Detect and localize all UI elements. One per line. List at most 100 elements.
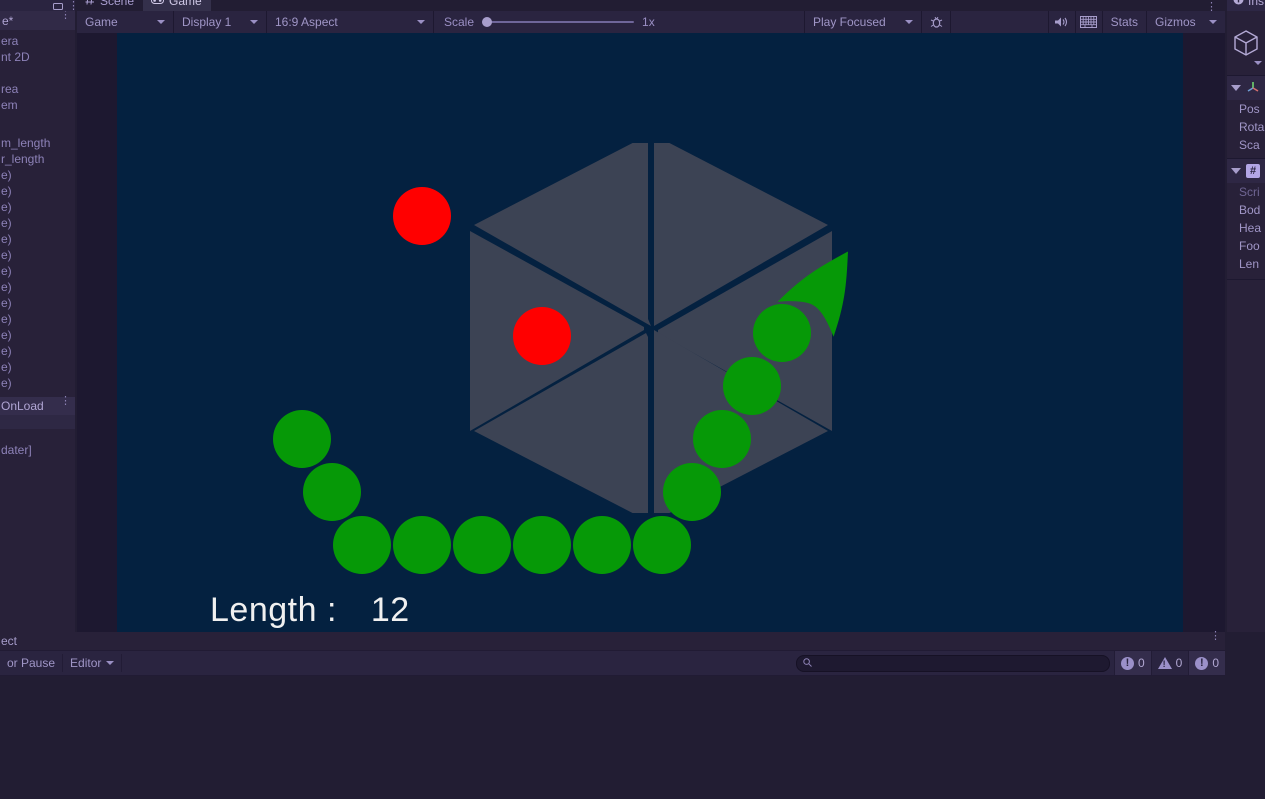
transform-rotation-row[interactable]: Rota — [1227, 118, 1265, 136]
gizmos-dropdown[interactable]: Gizmos — [1147, 11, 1225, 33]
body-field-row[interactable]: Bod — [1227, 201, 1265, 219]
kebab-menu-icon[interactable]: ⋮ — [60, 14, 63, 17]
game-canvas[interactable]: Length :12 — [117, 33, 1183, 632]
chevron-down-icon — [250, 20, 258, 24]
tab-scene-label: Scene — [100, 0, 134, 8]
editor-dropdown[interactable]: Editor — [63, 654, 122, 672]
console-tabstrip[interactable]: ect ⋮ — [0, 632, 1225, 650]
error-pause-button[interactable]: or Pause — [0, 654, 63, 672]
info-count-toggle[interactable]: ! 0 — [1188, 651, 1225, 675]
inspector-panel: Pos Rota Sca # Scri Bod Hea Foo Len — [1227, 11, 1265, 632]
list-item[interactable]: m_length — [0, 135, 75, 151]
speaker-icon[interactable] — [1049, 11, 1075, 33]
transform-component-header[interactable] — [1227, 76, 1265, 100]
game-mode-label: Game — [85, 15, 118, 29]
tab-inspector[interactable]: Ins — [1227, 0, 1265, 11]
stats-button[interactable]: Stats — [1103, 11, 1146, 33]
list-item[interactable]: e) — [0, 375, 75, 391]
list-item[interactable]: e) — [0, 183, 75, 199]
list-item[interactable]: e) — [0, 295, 75, 311]
chevron-down-icon[interactable] — [1254, 61, 1262, 65]
tab-game[interactable]: Game — [143, 0, 211, 11]
scale-slider-handle[interactable] — [482, 17, 492, 27]
editor-tab-strip: ⋮ Scene Game ⋮ Ins — [0, 0, 1265, 11]
left-panel-updater-row[interactable]: dater] — [0, 441, 75, 459]
left-panel-title: e* — [2, 14, 13, 28]
kebab-menu-icon[interactable]: ⋮ — [60, 400, 63, 403]
keyboard-icon[interactable] — [1076, 11, 1102, 33]
foldout-arrow-icon[interactable] — [1231, 168, 1241, 174]
console-panel: ect ⋮ or Pause Editor ! 0 0 ! 0 — [0, 632, 1225, 676]
list-item[interactable]: r_length — [0, 151, 75, 167]
list-item[interactable]: nt 2D — [0, 49, 75, 65]
display-dropdown[interactable]: Display 1 — [174, 11, 266, 33]
transform-scale-row[interactable]: Sca — [1227, 136, 1265, 154]
snake-segment — [303, 463, 361, 521]
snake-segment — [723, 357, 781, 415]
list-item[interactable]: e) — [0, 311, 75, 327]
hash-icon — [85, 0, 95, 8]
tab-scene[interactable]: Scene — [77, 0, 143, 11]
console-tab-label: ect — [0, 634, 17, 648]
letterbox-right — [1183, 33, 1225, 632]
list-item[interactable]: e) — [0, 327, 75, 343]
head-field-row[interactable]: Hea — [1227, 219, 1265, 237]
error-icon: ! — [1121, 657, 1134, 670]
left-panel-variables: m_length r_length e) e) e) e) e) e) e) e… — [0, 135, 75, 391]
list-item[interactable]: e) — [0, 215, 75, 231]
list-item[interactable]: e) — [0, 343, 75, 359]
chevron-down-icon — [417, 20, 425, 24]
error-pause-label: or Pause — [7, 656, 55, 670]
food-item — [513, 307, 571, 365]
transform-position-row[interactable]: Pos — [1227, 100, 1265, 118]
game-view-toolbar: Game Display 1 16:9 Aspect Scale 1x Play… — [77, 11, 1225, 34]
spacer — [0, 65, 75, 81]
list-item[interactable]: e) — [0, 247, 75, 263]
toolbar-divider — [950, 11, 951, 33]
list-item[interactable]: e) — [0, 231, 75, 247]
aspect-ratio-dropdown[interactable]: 16:9 Aspect — [267, 11, 433, 33]
snake-segment — [693, 410, 751, 468]
transform-axis-icon — [1246, 80, 1260, 97]
list-item[interactable]: e) — [0, 359, 75, 375]
kebab-menu-icon[interactable]: ⋮ — [68, 5, 71, 8]
food-field-row[interactable]: Foo — [1227, 237, 1265, 255]
scale-slider[interactable] — [482, 21, 634, 23]
foldout-arrow-icon[interactable] — [1231, 85, 1241, 91]
left-panel-header[interactable]: e* ⋮ — [0, 11, 75, 30]
error-count: 0 — [1138, 656, 1145, 670]
aspect-label: 16:9 Aspect — [275, 15, 338, 29]
list-item[interactable]: em — [0, 97, 75, 113]
scale-slider-group[interactable]: Scale 1x — [434, 11, 804, 33]
chevron-down-icon — [157, 20, 165, 24]
info-icon — [1233, 0, 1244, 8]
info-icon: ! — [1195, 657, 1208, 670]
console-search-input[interactable] — [796, 655, 1110, 672]
list-item[interactable]: e) — [0, 263, 75, 279]
game-mode-dropdown[interactable]: Game — [77, 11, 173, 33]
game-view[interactable]: Length :12 — [77, 33, 1225, 632]
script-component-header[interactable]: # — [1227, 159, 1265, 183]
list-item[interactable]: e) — [0, 167, 75, 183]
warning-icon — [1158, 657, 1172, 669]
bug-icon[interactable] — [922, 11, 950, 33]
error-count-toggle[interactable]: ! 0 — [1114, 651, 1151, 675]
tab-game-label: Game — [169, 0, 202, 8]
snake-segment — [513, 516, 571, 574]
stats-label: Stats — [1111, 15, 1138, 29]
list-item[interactable]: e) — [0, 199, 75, 215]
script-field-row[interactable]: Scri — [1227, 183, 1265, 201]
list-item[interactable]: rea — [0, 81, 75, 97]
list-item[interactable]: e) — [0, 279, 75, 295]
list-item[interactable]: era — [0, 33, 75, 49]
chevron-down-icon — [106, 661, 114, 665]
play-mode-dropdown[interactable]: Play Focused — [805, 11, 921, 33]
length-field-row[interactable]: Len — [1227, 255, 1265, 273]
left-panel-onload-row[interactable]: OnLoad ⋮ — [0, 397, 75, 415]
kebab-menu-icon[interactable]: ⋮ — [1210, 635, 1213, 638]
console-search-field[interactable] — [816, 656, 1103, 670]
tab-inspector-label: Ins — [1248, 0, 1264, 8]
center-tabs: Scene Game — [77, 0, 211, 11]
food-item — [393, 187, 451, 245]
warning-count-toggle[interactable]: 0 — [1151, 651, 1189, 675]
